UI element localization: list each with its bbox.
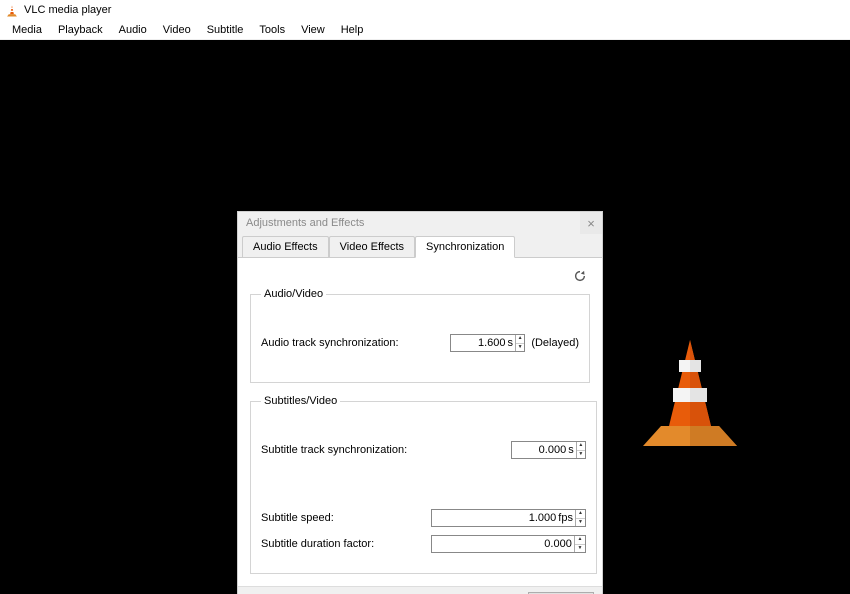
- audio-track-sync-unit: s: [508, 337, 516, 349]
- dialog-titlebar[interactable]: Adjustments and Effects ×: [238, 212, 602, 234]
- tab-video-effects[interactable]: Video Effects: [329, 236, 415, 257]
- tab-audio-effects[interactable]: Audio Effects: [242, 236, 329, 257]
- subtitle-track-sync-step-up[interactable]: ▲: [577, 442, 585, 451]
- subtitle-track-sync-unit: s: [568, 444, 576, 456]
- refresh-icon: [573, 269, 587, 283]
- dialog-footer: Close: [238, 586, 602, 594]
- menu-help[interactable]: Help: [333, 22, 372, 38]
- menu-video[interactable]: Video: [155, 22, 199, 38]
- subtitle-duration-factor-spinbox[interactable]: ▲ ▼: [431, 535, 586, 553]
- subtitle-speed-unit: fps: [558, 512, 575, 524]
- close-icon: ×: [587, 216, 595, 231]
- subtitle-duration-factor-label: Subtitle duration factor:: [261, 538, 431, 550]
- menu-media[interactable]: Media: [4, 22, 50, 38]
- audio-video-group: Audio/Video Audio track synchronization:…: [250, 288, 590, 383]
- menubar: Media Playback Audio Video Subtitle Tool…: [0, 20, 850, 40]
- subtitle-speed-spinbox[interactable]: fps ▲ ▼: [431, 509, 586, 527]
- vlc-logo-large: [640, 338, 740, 448]
- tabstrip: Audio Effects Video Effects Synchronizat…: [238, 234, 602, 258]
- subtitle-speed-input[interactable]: [432, 512, 558, 524]
- subtitle-track-sync-label: Subtitle track synchronization:: [261, 444, 431, 456]
- dialog-close-button[interactable]: ×: [580, 212, 602, 234]
- subtitle-duration-factor-step-down[interactable]: ▼: [575, 545, 585, 553]
- subtitle-speed-label: Subtitle speed:: [261, 512, 431, 524]
- menu-playback[interactable]: Playback: [50, 22, 111, 38]
- audio-track-sync-hint: (Delayed): [531, 337, 579, 349]
- subtitles-video-group-label: Subtitles/Video: [261, 395, 340, 407]
- subtitle-speed-step-up[interactable]: ▲: [576, 510, 585, 519]
- menu-tools[interactable]: Tools: [251, 22, 293, 38]
- subtitle-track-sync-input[interactable]: [512, 444, 568, 456]
- subtitle-duration-factor-input[interactable]: [432, 538, 574, 550]
- audio-video-group-label: Audio/Video: [261, 288, 326, 300]
- subtitle-track-sync-spinbox[interactable]: s ▲ ▼: [511, 441, 586, 459]
- synchronization-panel: Audio/Video Audio track synchronization:…: [238, 258, 602, 586]
- menu-view[interactable]: View: [293, 22, 333, 38]
- audio-track-sync-input[interactable]: [451, 337, 507, 349]
- refresh-button[interactable]: [572, 268, 588, 284]
- audio-track-sync-spinbox[interactable]: s ▲ ▼: [450, 334, 525, 352]
- subtitle-track-sync-step-down[interactable]: ▼: [577, 451, 585, 459]
- dialog-title: Adjustments and Effects: [246, 217, 364, 229]
- subtitle-speed-step-down[interactable]: ▼: [576, 519, 585, 527]
- video-area: Adjustments and Effects × Audio Effects …: [0, 40, 850, 594]
- tab-synchronization[interactable]: Synchronization: [415, 236, 515, 258]
- subtitle-duration-factor-step-up[interactable]: ▲: [575, 536, 585, 545]
- window-titlebar: VLC media player: [0, 0, 850, 20]
- vlc-cone-icon: [6, 4, 18, 16]
- audio-track-sync-step-up[interactable]: ▲: [516, 335, 524, 344]
- subtitles-video-group: Subtitles/Video Subtitle track synchroni…: [250, 395, 597, 574]
- audio-track-sync-step-down[interactable]: ▼: [516, 344, 524, 352]
- adjustments-effects-dialog: Adjustments and Effects × Audio Effects …: [237, 211, 603, 594]
- menu-audio[interactable]: Audio: [111, 22, 155, 38]
- audio-track-sync-label: Audio track synchronization:: [261, 337, 431, 349]
- menu-subtitle[interactable]: Subtitle: [199, 22, 252, 38]
- window-title: VLC media player: [24, 4, 111, 16]
